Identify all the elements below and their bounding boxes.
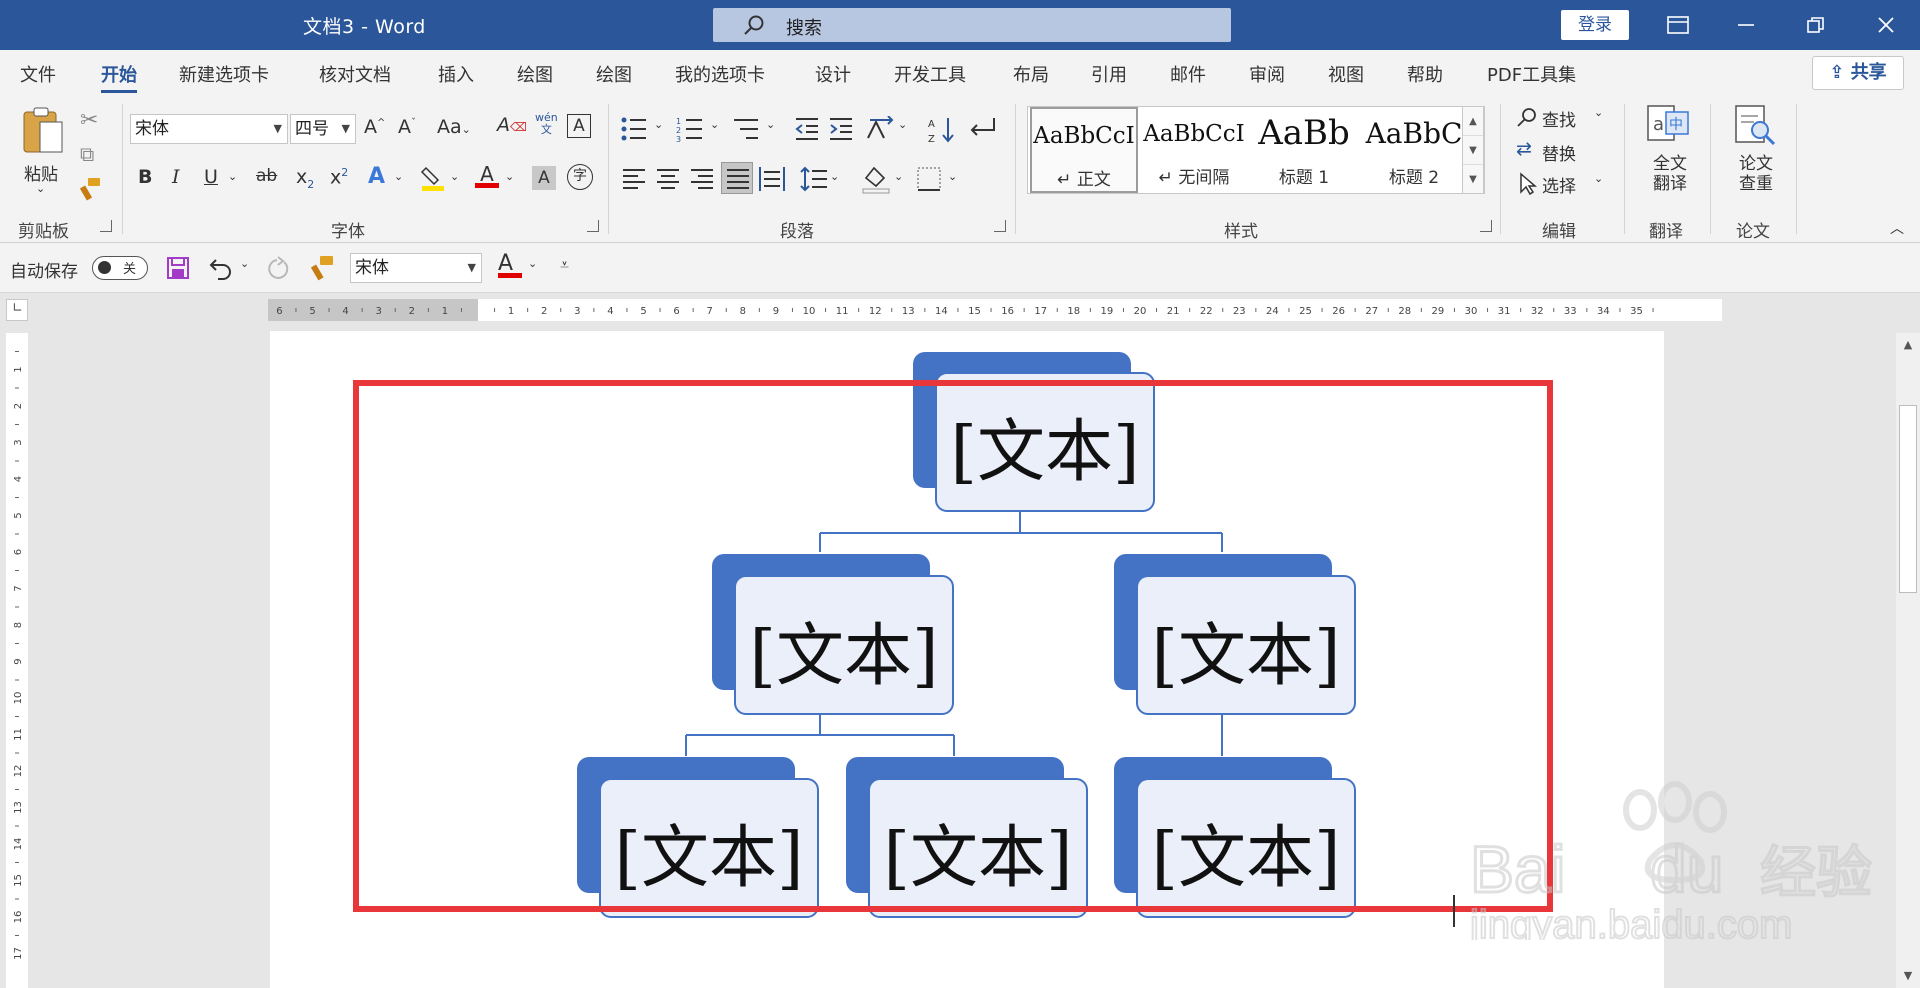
- annotation-highlight-box: [353, 380, 1553, 912]
- svg-text:经验: 经验: [1760, 841, 1872, 906]
- svg-text:du: du: [1650, 832, 1723, 906]
- svg-text:jingyan.baidu.com: jingyan.baidu.com: [1470, 903, 1792, 940]
- svg-text:Bai: Bai: [1470, 832, 1565, 906]
- baidu-jingyan-watermark-logo: Bai du 经验 jingyan.baidu.com: [1470, 781, 1874, 940]
- text-cursor: [1453, 895, 1455, 927]
